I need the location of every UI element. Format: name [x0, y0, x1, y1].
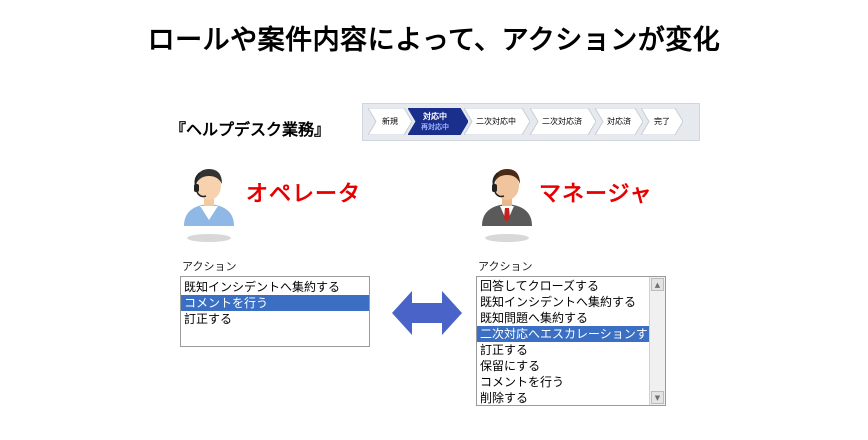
- double-arrow-icon: [392, 289, 462, 341]
- step-label: 対応中: [423, 112, 447, 121]
- manager-action-option[interactable]: 訂正する: [477, 342, 665, 358]
- step-sublabel: 再対応中: [421, 123, 449, 131]
- step-label: 二次対応中: [476, 117, 516, 126]
- workflow-step-complete[interactable]: 完了: [641, 108, 683, 135]
- operator-avatar-icon: [178, 160, 240, 248]
- manager-listbox-scrollbar[interactable]: ▲ ▼: [649, 277, 665, 405]
- operator-action-option-selected[interactable]: コメントを行う: [181, 295, 369, 311]
- section-label: 『ヘルプデスク業務』: [170, 120, 331, 139]
- manager-action-option-selected[interactable]: 二次対応へエスカレーションする: [477, 326, 660, 342]
- manager-action-listbox[interactable]: 回答してクローズする 既知インシデントへ集約する 既知問題へ集約する 二次対応へ…: [476, 276, 666, 406]
- manager-action-option[interactable]: 保留にする: [477, 358, 665, 374]
- manager-avatar-icon: [476, 160, 538, 248]
- step-label: 対応済: [607, 117, 631, 126]
- manager-action-option[interactable]: コメントを行う: [477, 374, 665, 390]
- scroll-down-icon[interactable]: ▼: [651, 391, 664, 404]
- manager-action-option[interactable]: 削除する: [477, 390, 665, 405]
- manager-action-label: アクション: [478, 260, 533, 273]
- operator-action-listbox[interactable]: 既知インシデントへ集約する コメントを行う 訂正する: [180, 276, 370, 347]
- operator-role-label: オペレータ: [246, 182, 362, 207]
- manager-role-label: マネージャ: [539, 182, 653, 207]
- step-label: 完了: [654, 117, 670, 126]
- workflow-step-secondary-in-progress[interactable]: 二次対応中: [464, 108, 530, 135]
- manager-action-option[interactable]: 既知問題へ集約する: [477, 310, 665, 326]
- workflow-step-in-progress[interactable]: 対応中 再対応中: [408, 108, 468, 135]
- page-title: ロールや案件内容によって、アクションが変化: [147, 25, 721, 56]
- manager-action-option[interactable]: 回答してクローズする: [477, 278, 665, 294]
- manager-action-option[interactable]: 既知インシデントへ集約する: [477, 294, 665, 310]
- workflow-step-done[interactable]: 対応済: [595, 108, 643, 135]
- workflow-bar: 新規 対応中 再対応中 二次対応中 二次対応済 対応済 完了: [362, 103, 700, 141]
- scroll-up-icon[interactable]: ▲: [651, 278, 664, 291]
- operator-action-option[interactable]: 訂正する: [181, 311, 369, 327]
- operator-action-option[interactable]: 既知インシデントへ集約する: [181, 279, 369, 295]
- workflow-step-new[interactable]: 新規: [368, 108, 412, 135]
- step-label: 新規: [382, 117, 398, 126]
- operator-action-label: アクション: [182, 260, 237, 273]
- workflow-step-secondary-done[interactable]: 二次対応済: [530, 108, 596, 135]
- step-label: 二次対応済: [542, 117, 582, 126]
